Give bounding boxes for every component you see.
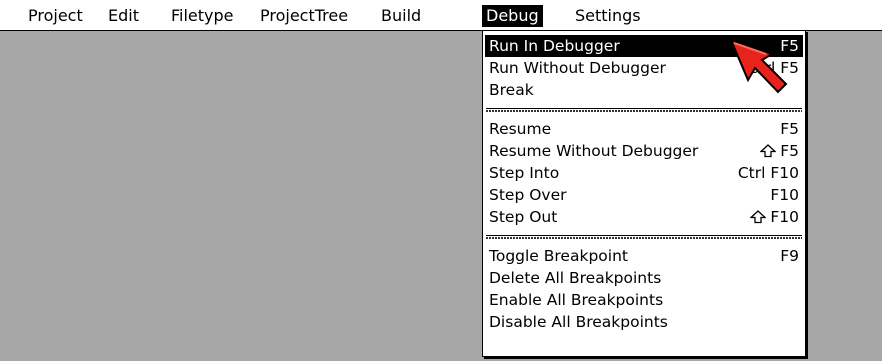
menu-item-toggle-breakpoint[interactable]: Toggle Breakpoint F9 [485, 245, 803, 267]
menu-item-label: Run In Debugger [489, 37, 620, 55]
menu-item-label: Break [489, 81, 534, 99]
menu-item-shortcut: F10 [750, 206, 799, 228]
menu-item-enable-all-breakpoints[interactable]: Enable All Breakpoints [485, 289, 803, 311]
menu-settings[interactable]: Settings [571, 5, 645, 27]
menu-build[interactable]: Build [377, 5, 425, 27]
menu-item-label: Resume [489, 120, 552, 138]
menu-separator [486, 235, 802, 240]
menu-item-disable-all-breakpoints[interactable]: Disable All Breakpoints [485, 311, 803, 333]
menu-item-delete-all-breakpoints[interactable]: Delete All Breakpoints [485, 267, 803, 289]
shortcut-text: F5 [780, 142, 799, 160]
menu-item-label: Step Into [489, 164, 560, 182]
menu-item-shortcut: Ctrl F10 [738, 162, 799, 184]
menu-item-label: Step Out [489, 208, 558, 226]
menu-item-resume[interactable]: Resume F5 [485, 118, 803, 140]
menu-item-label: Toggle Breakpoint [489, 247, 628, 265]
menu-item-step-out[interactable]: Step Out F10 [485, 206, 803, 228]
desktop: { "menubar": { "items": [ {"label": "Pro… [0, 0, 882, 361]
menu-item-label: Resume Without Debugger [489, 142, 699, 160]
menu-item-label: Run Without Debugger [489, 59, 666, 77]
menu-filetype[interactable]: Filetype [167, 5, 238, 27]
menu-item-label: Disable All Breakpoints [489, 313, 668, 331]
menu-item-resume-without-debugger[interactable]: Resume Without Debugger F5 [485, 140, 803, 162]
menu-project[interactable]: Project [24, 5, 87, 27]
menu-item-step-into[interactable]: Step Into Ctrl F10 [485, 162, 803, 184]
menu-item-label: Delete All Breakpoints [489, 269, 662, 287]
menu-item-step-over[interactable]: Step Over F10 [485, 184, 803, 206]
menu-separator [486, 108, 802, 113]
shortcut-text: F5 [780, 120, 799, 138]
menu-item-label: Step Over [489, 186, 567, 204]
menu-bar: Project Edit Filetype ProjectTree Build … [0, 0, 882, 31]
menu-item-shortcut: F5 [760, 140, 799, 162]
menu-item-label: Enable All Breakpoints [489, 291, 664, 309]
shortcut-text: F10 [770, 208, 799, 226]
shift-icon [760, 144, 777, 158]
menu-item-shortcut: F5 [780, 118, 799, 140]
menu-item-shortcut: F10 [770, 184, 799, 206]
shortcut-text: F9 [780, 247, 799, 265]
menu-debug[interactable]: Debug [482, 5, 543, 27]
shortcut-text: F10 [770, 186, 799, 204]
shift-icon [750, 210, 767, 224]
menu-projecttree[interactable]: ProjectTree [256, 5, 352, 27]
mouse-pointer-icon [729, 38, 788, 94]
menu-edit[interactable]: Edit [104, 5, 143, 27]
menu-item-shortcut: F9 [780, 245, 799, 267]
shortcut-text: Ctrl F10 [737, 164, 799, 182]
